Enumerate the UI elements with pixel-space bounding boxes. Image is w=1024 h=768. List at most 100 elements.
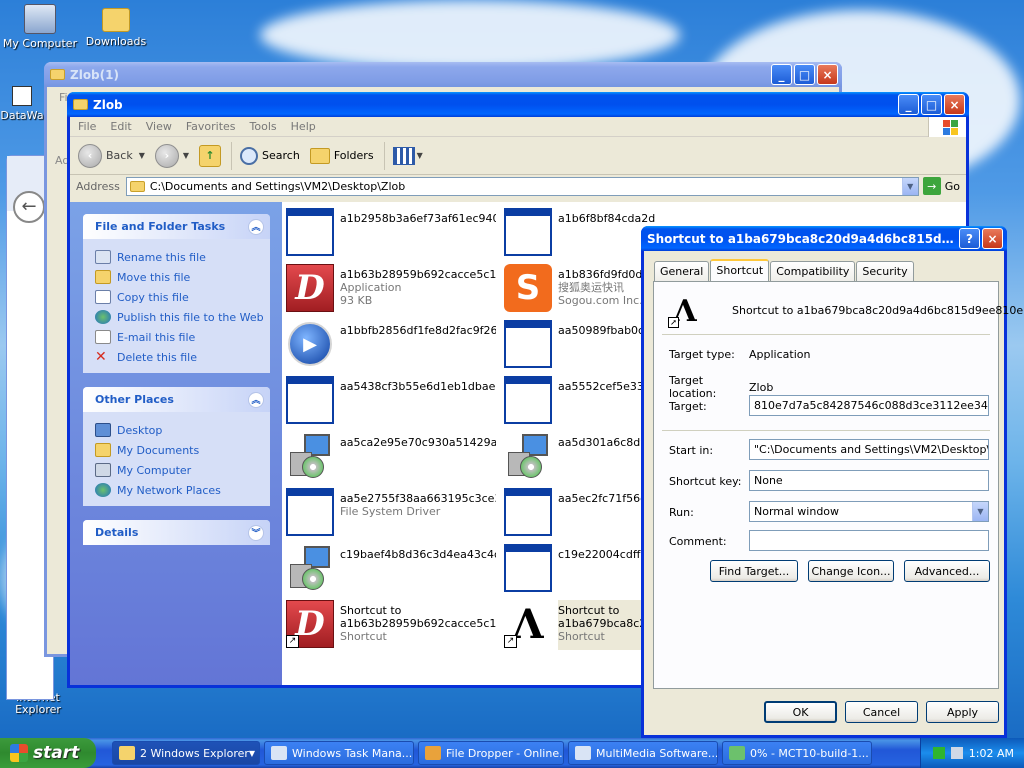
file-name: c19e22004cdffd5 bbox=[558, 548, 655, 561]
task-pane: File and Folder Tasks ︽ Rename this file… bbox=[70, 202, 282, 685]
cancel-button[interactable]: Cancel bbox=[845, 701, 918, 723]
rename-icon bbox=[95, 250, 111, 264]
expand-chevron-icon[interactable]: ︾ bbox=[248, 524, 264, 541]
maximize-button[interactable]: □ bbox=[794, 64, 815, 85]
find-target-button[interactable]: Find Target... bbox=[710, 560, 798, 582]
task-move[interactable]: Move this file bbox=[95, 267, 270, 287]
panel-title: Details bbox=[95, 526, 139, 539]
file-item[interactable]: aa5438cf3b55e6d1eb1dbae7c... bbox=[286, 376, 496, 426]
run-value: Normal window bbox=[754, 505, 840, 518]
toolbar: ‹ Back ▼ › ▼ ↑ Search Folders ▼ bbox=[70, 137, 966, 175]
start-in-input[interactable]: "C:\Documents and Settings\VM2\Desktop\Z… bbox=[749, 439, 989, 460]
place-desktop[interactable]: Desktop bbox=[95, 420, 270, 440]
menu-view[interactable]: View bbox=[146, 120, 172, 133]
change-icon-button[interactable]: Change Icon... bbox=[808, 560, 894, 582]
address-bar: Address C:\Documents and Settings\VM2\De… bbox=[70, 175, 966, 197]
shortcut-key-input[interactable]: None bbox=[749, 470, 989, 491]
task-rename[interactable]: Rename this file bbox=[95, 247, 270, 267]
dialog-titlebar[interactable]: Shortcut to a1ba679bca8c20d9a4d6bc815d9e… bbox=[641, 226, 1007, 251]
chevron-down-icon[interactable]: ▼ bbox=[183, 151, 189, 160]
taskbar-item-multimedia-software[interactable]: MultiMedia Software... bbox=[568, 741, 718, 765]
chevron-down-icon[interactable]: ▼ bbox=[901, 177, 918, 195]
search-button[interactable]: Search bbox=[240, 146, 300, 165]
other-places-header[interactable]: Other Places ︽ bbox=[83, 387, 270, 412]
taskbar-item-task-manager[interactable]: Windows Task Mana... bbox=[264, 741, 414, 765]
place-my-documents[interactable]: My Documents bbox=[95, 440, 270, 460]
menu-edit[interactable]: Edit bbox=[110, 120, 131, 133]
task-delete[interactable]: ✕ Delete this file bbox=[95, 347, 270, 367]
desktop-icon-downloads[interactable]: Downloads bbox=[76, 4, 156, 48]
run-select[interactable]: Normal window ▼ bbox=[749, 501, 989, 522]
file-name: aa5438cf3b55e6d1eb1dbae7c... bbox=[340, 380, 496, 393]
task-copy[interactable]: Copy this file bbox=[95, 287, 270, 307]
file-item[interactable]: a1b2958b3a6ef73af61ec9409... bbox=[286, 208, 496, 258]
go-button[interactable]: → Go bbox=[922, 177, 960, 195]
close-button[interactable]: × bbox=[944, 94, 965, 115]
help-button[interactable]: ? bbox=[959, 228, 980, 249]
window-titlebar[interactable]: Zlob(1) _ □ × bbox=[44, 62, 842, 87]
file-item[interactable]: ▶ a1bbfb2856df1fe8d2fac9f260... bbox=[286, 320, 496, 370]
speaker-tray-icon[interactable] bbox=[950, 747, 963, 759]
clock[interactable]: 1:02 AM bbox=[969, 747, 1014, 760]
start-button[interactable]: start bbox=[0, 738, 96, 768]
maximize-button[interactable]: □ bbox=[921, 94, 942, 115]
forward-arrow-icon: › bbox=[154, 143, 179, 168]
application-icon bbox=[504, 544, 552, 592]
menu-favorites[interactable]: Favorites bbox=[186, 120, 236, 133]
search-label: Search bbox=[262, 149, 300, 162]
place-my-network-places[interactable]: My Network Places bbox=[95, 480, 270, 500]
ok-button[interactable]: OK bbox=[764, 701, 837, 723]
address-input[interactable]: C:\Documents and Settings\VM2\Desktop\Zl… bbox=[125, 176, 919, 196]
file-item[interactable]: aa5ca2e95e70c930a51429a7... bbox=[286, 432, 496, 482]
folder-icon bbox=[119, 746, 135, 760]
collapse-chevron-icon[interactable]: ︽ bbox=[248, 391, 264, 408]
window-titlebar[interactable]: Zlob _ □ × bbox=[67, 92, 969, 117]
apply-button[interactable]: Apply bbox=[926, 701, 999, 723]
menu-help[interactable]: Help bbox=[291, 120, 316, 133]
close-button[interactable]: × bbox=[982, 228, 1003, 249]
computer-icon bbox=[24, 4, 56, 34]
file-item[interactable]: aa5e2755f38aa663195c3ce3a...File System … bbox=[286, 488, 496, 538]
task-email[interactable]: E-mail this file bbox=[95, 327, 270, 347]
advanced-button[interactable]: Advanced... bbox=[904, 560, 990, 582]
taskbar-item-windows-explorer[interactable]: 2 Windows Explorer ▼ bbox=[112, 741, 260, 765]
sogou-icon: S bbox=[504, 264, 552, 312]
task-label: Rename this file bbox=[117, 250, 206, 264]
a-shortcut-icon: Λ ↗ bbox=[504, 600, 552, 648]
back-arrow-icon[interactable]: ← bbox=[13, 191, 45, 223]
target-type-value: Application bbox=[749, 348, 811, 361]
menu-file[interactable]: File bbox=[78, 120, 96, 133]
back-button[interactable]: ‹ Back ▼ bbox=[78, 143, 145, 168]
network-tray-icon[interactable] bbox=[932, 747, 945, 759]
collapse-chevron-icon[interactable]: ︽ bbox=[248, 218, 264, 235]
up-folder-button[interactable]: ↑ bbox=[199, 144, 222, 167]
task-publish[interactable]: Publish this file to the Web bbox=[95, 307, 270, 327]
views-icon bbox=[392, 146, 415, 165]
desktop-icon-my-computer[interactable]: My Computer bbox=[0, 4, 80, 50]
file-name: aa5ca2e95e70c930a51429a7... bbox=[340, 436, 496, 449]
taskbar: start 2 Windows Explorer ▼ Windows Task M… bbox=[0, 738, 1024, 768]
chevron-down-icon[interactable]: ▼ bbox=[972, 502, 988, 521]
details-panel: Details ︾ bbox=[83, 520, 270, 545]
minimize-button[interactable]: _ bbox=[898, 94, 919, 115]
target-input[interactable]: 810e7d7a5c84287546c088d3ce3112ee347.exe" bbox=[749, 395, 989, 416]
place-my-computer[interactable]: My Computer bbox=[95, 460, 270, 480]
file-item[interactable]: Da1b63b28959b692cacce5c14e...Application… bbox=[286, 264, 496, 314]
details-header[interactable]: Details ︾ bbox=[83, 520, 270, 545]
divider bbox=[662, 334, 990, 335]
tab-shortcut[interactable]: Shortcut bbox=[710, 259, 770, 282]
close-button[interactable]: × bbox=[817, 64, 838, 85]
folders-button[interactable]: Folders bbox=[309, 147, 374, 164]
file-folder-tasks-header[interactable]: File and Folder Tasks ︽ bbox=[83, 214, 270, 239]
taskbar-item-file-dropper[interactable]: File Dropper - Online... bbox=[418, 741, 564, 765]
menu-tools[interactable]: Tools bbox=[250, 120, 277, 133]
minimize-button[interactable]: _ bbox=[771, 64, 792, 85]
file-item[interactable]: D↗ Shortcut toa1b63b28959b692cacce5c14e..… bbox=[286, 600, 496, 650]
forward-button[interactable]: › ▼ bbox=[154, 143, 189, 168]
chevron-down-icon[interactable]: ▼ bbox=[139, 151, 145, 160]
comment-input[interactable] bbox=[749, 530, 989, 551]
taskbar-item-download-progress[interactable]: 0% - MCT10-build-1... bbox=[722, 741, 872, 765]
place-label: Desktop bbox=[117, 423, 163, 437]
file-item[interactable]: c19baef4b8d36c3d4ea43c4c4... bbox=[286, 544, 496, 594]
views-button[interactable]: ▼ bbox=[392, 146, 423, 165]
